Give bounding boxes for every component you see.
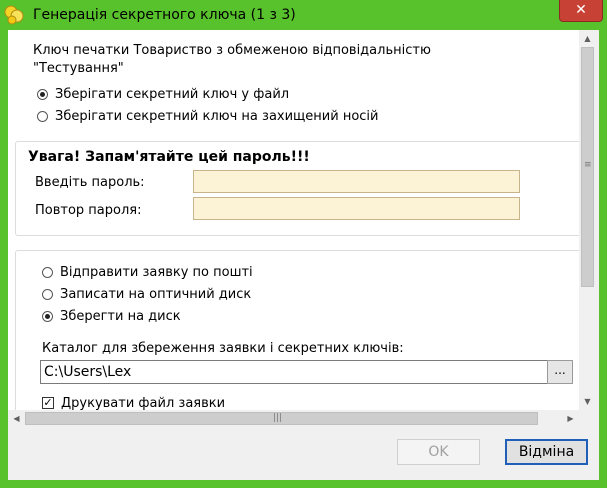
scroll-up-arrow-icon[interactable]: ▲ — [579, 30, 596, 47]
vertical-scroll-thumb[interactable]: ≡ — [581, 47, 594, 287]
password-label: Введіть пароль: — [35, 175, 145, 190]
radio-optical-disk[interactable]: Записати на оптичний диск — [42, 287, 442, 303]
horizontal-scrollbar[interactable]: ◀ ||| ▶ — [8, 410, 579, 427]
radio-store-token-indicator[interactable] — [37, 111, 48, 122]
close-icon: ✕ — [575, 2, 587, 18]
radio-send-mail-indicator[interactable] — [42, 267, 53, 278]
vertical-grip-icon: ≡ — [584, 160, 592, 170]
checkmark-icon[interactable]: ✓ — [42, 397, 54, 409]
app-icon — [4, 5, 24, 25]
radio-send-mail-label: Відправити заявку по пошті — [60, 265, 253, 280]
radio-store-file[interactable]: Зберігати секретний ключ у файл — [37, 87, 437, 103]
radio-save-disk-indicator[interactable] — [42, 311, 53, 322]
repeat-password-input[interactable] — [193, 197, 520, 220]
settings-scroll-area[interactable]: Ключ печатки Товариство з обмеженою відп… — [8, 30, 579, 410]
window-title: Генерація секретного ключа (1 з 3) — [33, 7, 296, 23]
radio-optical-disk-label: Записати на оптичний диск — [60, 287, 252, 302]
scroll-right-arrow-icon[interactable]: ▶ — [562, 410, 579, 427]
radio-store-file-indicator[interactable] — [37, 89, 48, 100]
radio-store-token-label: Зберігати секретний ключ на захищений но… — [55, 109, 379, 124]
dialog-window: Генерація секретного ключа (1 з 3) ✕ Клю… — [0, 0, 607, 488]
print-request-label: Друкувати файл заявки — [61, 396, 226, 410]
key-owner-line2: "Тестування" — [33, 61, 124, 76]
horizontal-grip-icon: ||| — [273, 413, 283, 423]
vertical-scrollbar[interactable]: ▲ ≡ ▼ — [579, 30, 596, 410]
scrollbar-corner — [579, 410, 596, 427]
radio-send-mail[interactable]: Відправити заявку по пошті — [42, 265, 442, 281]
print-request-checkbox[interactable]: ✓ Друкувати файл заявки — [42, 396, 342, 410]
repeat-password-label: Повтор пароля: — [35, 203, 142, 218]
password-input[interactable] — [193, 170, 520, 193]
radio-save-disk[interactable]: Зберегти на диск — [42, 309, 442, 325]
key-owner-line1: Ключ печатки Товариство з обмеженою відп… — [33, 43, 431, 58]
folder-label: Каталог для збереження заявки і секретни… — [42, 341, 404, 356]
radio-store-file-label: Зберігати секретний ключ у файл — [55, 87, 290, 102]
title-bar[interactable]: Генерація секретного ключа (1 з 3) ✕ — [0, 0, 607, 30]
close-button[interactable]: ✕ — [559, 0, 603, 22]
scroll-down-arrow-icon[interactable]: ▼ — [579, 393, 596, 410]
password-warning: Увага! Запам'ятайте цей пароль!!! — [28, 149, 310, 165]
cancel-button[interactable]: Відміна — [505, 439, 588, 465]
password-panel: Увага! Запам'ятайте цей пароль!!! Введіт… — [15, 141, 579, 236]
scroll-left-arrow-icon[interactable]: ◀ — [8, 410, 25, 427]
radio-optical-disk-indicator[interactable] — [42, 289, 53, 300]
request-panel: Відправити заявку по пошті Записати на о… — [15, 250, 579, 410]
horizontal-scroll-thumb[interactable]: ||| — [25, 412, 538, 425]
browse-folder-button[interactable]: ... — [547, 360, 573, 384]
folder-path-input[interactable]: C:\Users\Lex — [40, 360, 548, 384]
ok-button[interactable]: OK — [397, 439, 480, 465]
radio-save-disk-label: Зберегти на диск — [60, 309, 181, 324]
radio-store-token[interactable]: Зберігати секретний ключ на захищений но… — [37, 109, 437, 125]
dialog-client-area: Ключ печатки Товариство з обмеженою відп… — [8, 30, 599, 480]
